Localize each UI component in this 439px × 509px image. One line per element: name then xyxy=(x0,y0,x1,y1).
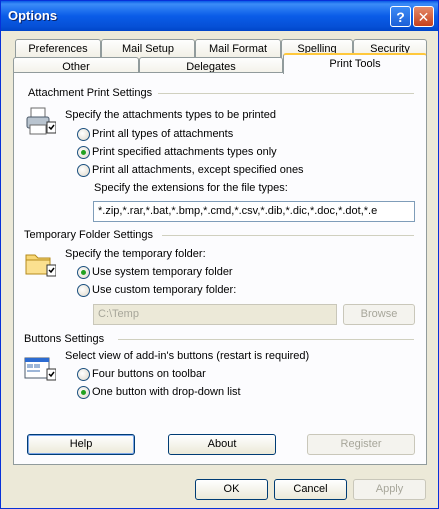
radio-print-specified-types[interactable] xyxy=(77,146,90,159)
radio-print-specified-types-label[interactable]: Print specified attachments types only xyxy=(92,146,277,158)
cancel-button[interactable]: Cancel xyxy=(274,479,347,500)
radio-four-buttons-label[interactable]: Four buttons on toolbar xyxy=(92,368,206,380)
radio-custom-temp[interactable] xyxy=(77,284,90,297)
buttons-settings-title: Buttons Settings xyxy=(24,333,105,345)
title-bar[interactable]: Options ? ✕ xyxy=(1,1,438,31)
folder-icon xyxy=(25,254,56,277)
help-title-button[interactable]: ? xyxy=(390,6,411,27)
browse-button[interactable]: Browse xyxy=(343,304,415,325)
tab-mail-setup[interactable]: Mail Setup xyxy=(101,39,195,58)
about-button[interactable]: About xyxy=(168,434,276,455)
attachment-print-title: Attachment Print Settings xyxy=(28,87,153,99)
attachment-print-prompt: Specify the attachments types to be prin… xyxy=(65,109,276,121)
temp-folder-title: Temporary Folder Settings xyxy=(24,229,153,241)
radio-print-all-types[interactable] xyxy=(77,128,90,141)
section-divider xyxy=(118,339,414,340)
options-dialog: Options ? ✕ Preferences Mail Setup Mail … xyxy=(0,0,439,509)
close-button[interactable]: ✕ xyxy=(413,6,434,27)
apply-button[interactable]: Apply xyxy=(353,479,426,500)
tab-print-tools[interactable]: Print Tools xyxy=(283,53,427,74)
radio-print-all-except[interactable] xyxy=(77,164,90,177)
ok-button[interactable]: OK xyxy=(195,479,268,500)
buttons-settings-prompt: Select view of add-in's buttons (restart… xyxy=(65,350,310,362)
printer-icon xyxy=(26,107,56,135)
extensions-input[interactable]: *.zip,*.rar,*.bat,*.bmp,*.cmd,*.csv,*.di… xyxy=(93,201,415,222)
window-title: Options xyxy=(8,8,58,23)
extensions-label: Specify the extensions for the file type… xyxy=(94,182,288,194)
print-tools-panel: Attachment Print Settings Specify the at… xyxy=(13,72,427,465)
temp-path-input[interactable]: C:\Temp xyxy=(93,304,337,325)
radio-system-temp[interactable] xyxy=(77,266,90,279)
radio-system-temp-label[interactable]: Use system temporary folder xyxy=(92,266,233,278)
register-button[interactable]: Register xyxy=(307,434,415,455)
tab-mail-format[interactable]: Mail Format xyxy=(195,39,281,58)
radio-four-buttons[interactable] xyxy=(77,368,90,381)
section-divider xyxy=(158,93,414,94)
radio-custom-temp-label[interactable]: Use custom temporary folder: xyxy=(92,284,236,296)
radio-print-all-types-label[interactable]: Print all types of attachments xyxy=(92,128,233,140)
section-divider xyxy=(162,235,414,236)
radio-print-all-except-label[interactable]: Print all attachments, except specified … xyxy=(92,164,304,176)
radio-one-button-dropdown[interactable] xyxy=(77,386,90,399)
toolbar-icon xyxy=(24,357,56,381)
temp-folder-prompt: Specify the temporary folder: xyxy=(65,248,206,260)
tab-preferences[interactable]: Preferences xyxy=(15,39,101,58)
help-button[interactable]: Help xyxy=(27,434,135,455)
radio-one-button-dropdown-label[interactable]: One button with drop-down list xyxy=(92,386,241,398)
